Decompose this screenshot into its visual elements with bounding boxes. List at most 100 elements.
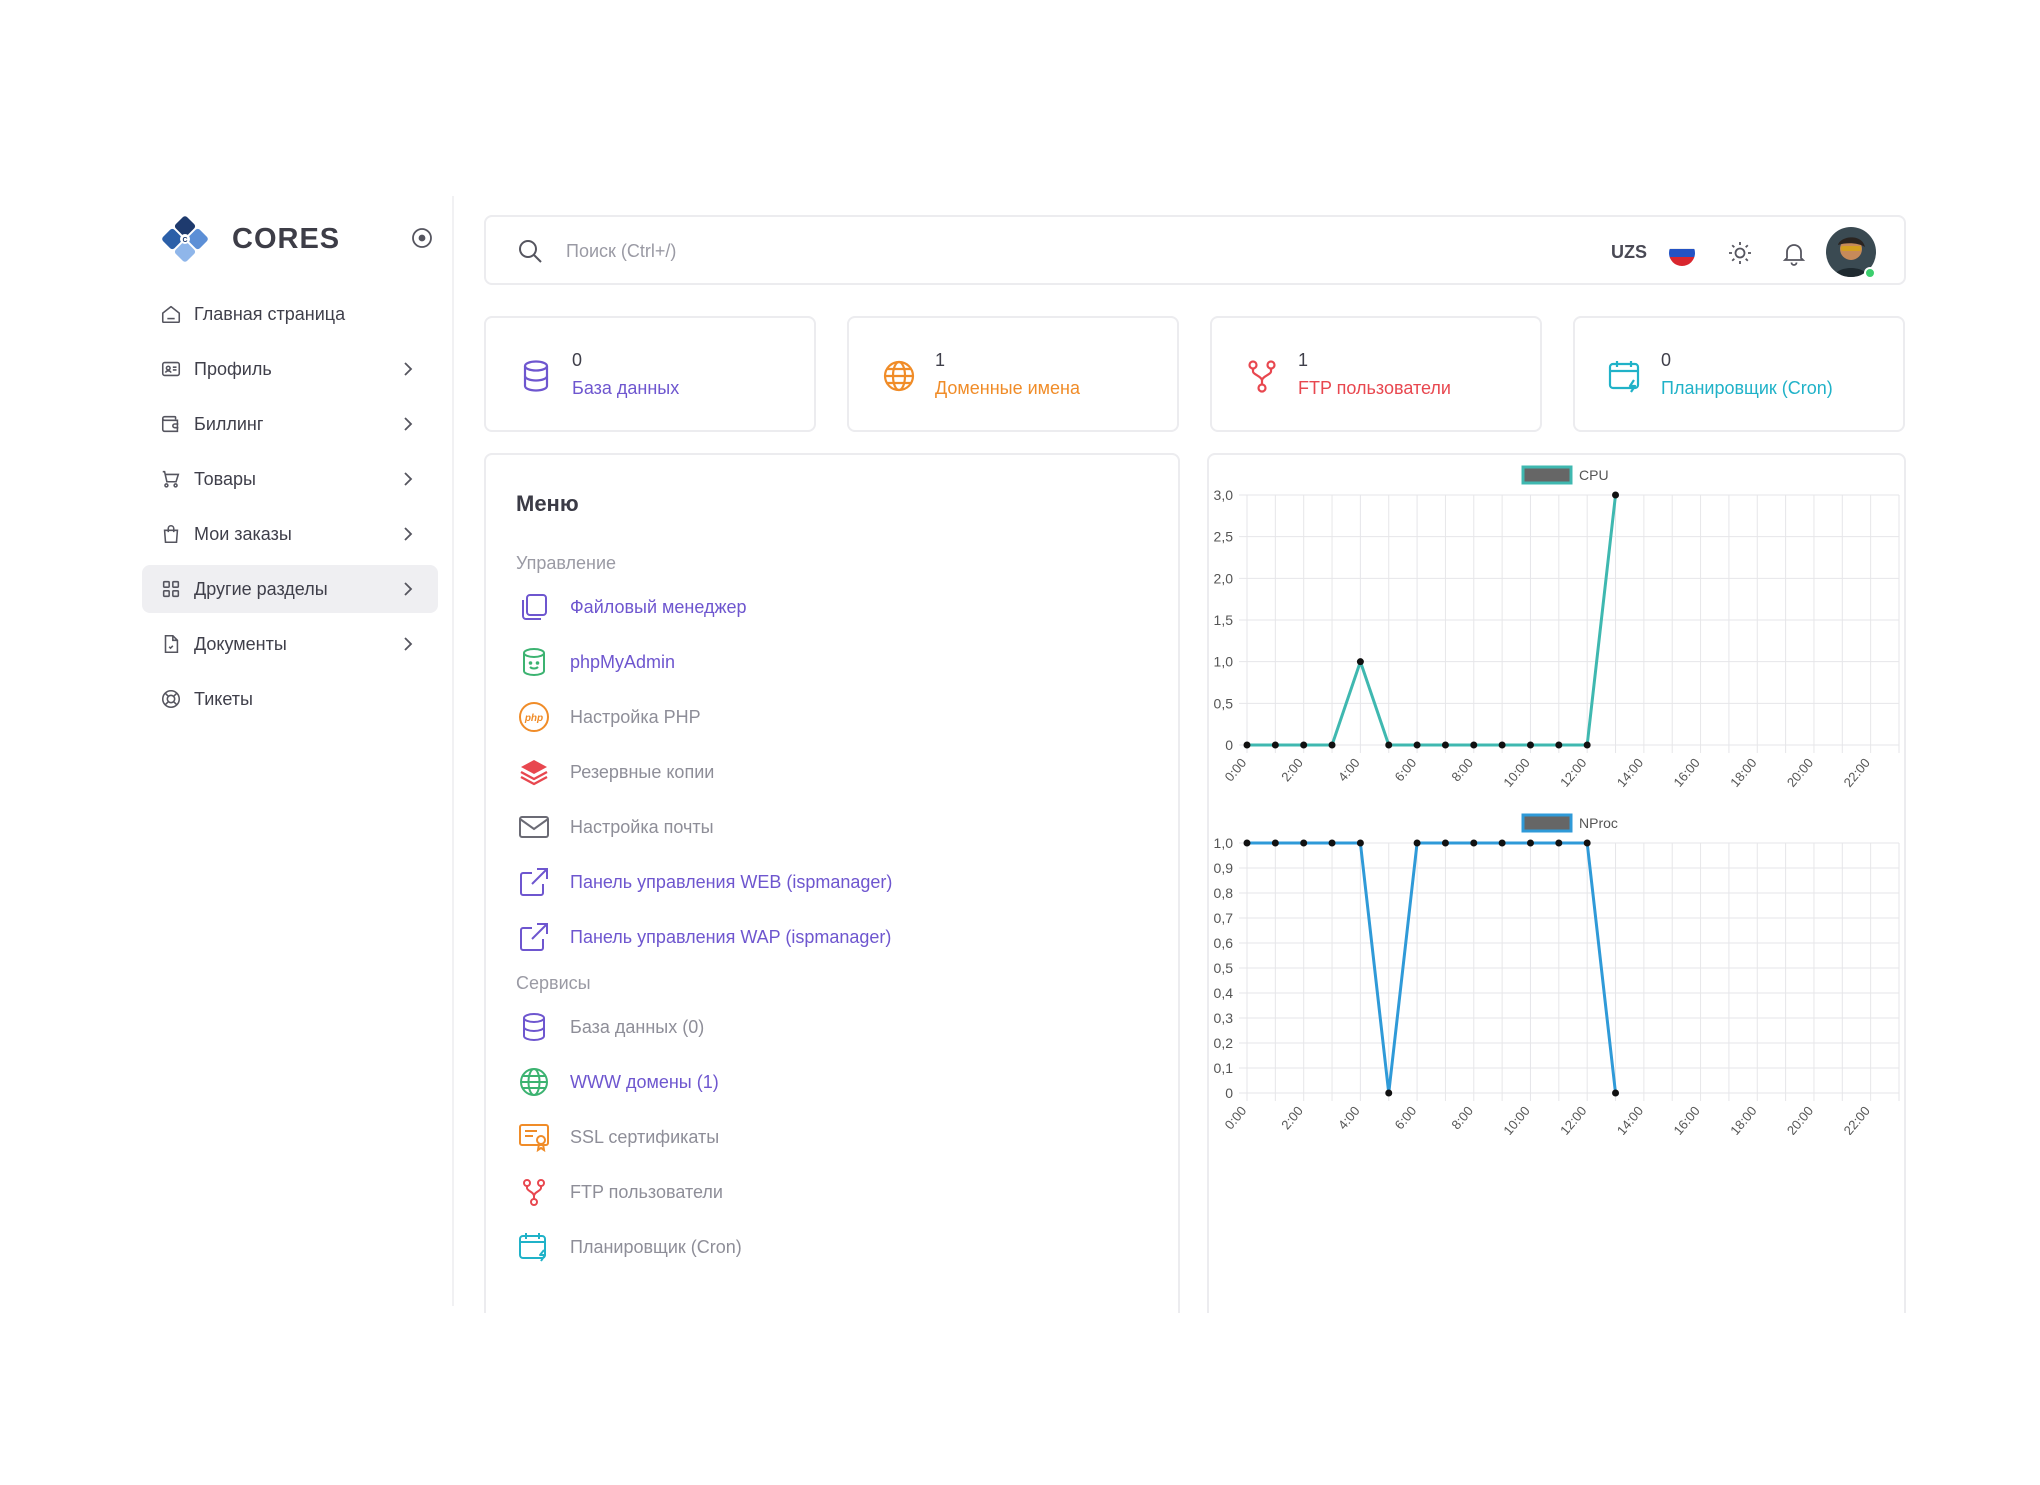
external-link-icon bbox=[516, 864, 552, 900]
data-point bbox=[1300, 839, 1308, 847]
stat-label: Доменные имена bbox=[935, 378, 1081, 398]
ru-flag-icon[interactable] bbox=[1669, 240, 1695, 266]
brand-name: CORES bbox=[232, 222, 341, 255]
x-tick-label: 22:00 bbox=[1841, 1103, 1873, 1135]
data-point bbox=[1612, 491, 1620, 499]
legend-swatch bbox=[1521, 465, 1573, 485]
menu-link-ftp-users[interactable]: FTP пользователи bbox=[516, 1172, 723, 1212]
menu-link-mail-settings[interactable]: Настройка почты bbox=[516, 807, 714, 847]
online-status-dot bbox=[1864, 267, 1876, 279]
menu-link-label: Панель управления WAP (ispmanager) bbox=[570, 926, 892, 947]
sidebar-item-profile[interactable]: Профиль bbox=[142, 345, 438, 393]
data-point bbox=[1413, 741, 1421, 749]
y-tick-label: 1,0 bbox=[1214, 835, 1234, 851]
sidebar-item-label: Биллинг bbox=[194, 413, 264, 434]
stat-card-domains[interactable]: 1 Доменные имена bbox=[847, 316, 1179, 432]
menu-link-label: Настройка PHP bbox=[570, 706, 701, 727]
sidebar-item-orders[interactable]: Мои заказы bbox=[142, 510, 438, 558]
database-icon bbox=[516, 1009, 552, 1045]
y-tick-label: 1,0 bbox=[1214, 654, 1234, 670]
sidebar-item-documents[interactable]: Документы bbox=[142, 620, 438, 668]
charts-card: 0 0,5 1,0 1,5 2,0 2,5 3,0 0:00 2:00 4:00 6:00 8:00 1… bbox=[1207, 453, 1906, 1313]
brand-logo[interactable]: C CORES bbox=[152, 204, 340, 274]
x-tick-label: 10:00 bbox=[1500, 1103, 1532, 1135]
x-tick-label: 16:00 bbox=[1670, 755, 1702, 790]
sidebar-item-label: Профиль bbox=[194, 358, 272, 379]
data-point bbox=[1470, 839, 1478, 847]
data-point bbox=[1498, 839, 1506, 847]
x-tick-label: 16:00 bbox=[1670, 1103, 1702, 1135]
data-point bbox=[1526, 839, 1534, 847]
menu-section-services: Сервисы bbox=[516, 973, 591, 993]
sidebar-item-other-sections[interactable]: Другие разделы bbox=[142, 565, 438, 613]
data-point bbox=[1441, 839, 1449, 847]
collapse-sidebar-icon[interactable] bbox=[410, 226, 434, 250]
x-tick-label: 18:00 bbox=[1727, 755, 1759, 790]
data-point bbox=[1300, 741, 1308, 749]
x-tick-label: 20:00 bbox=[1784, 755, 1816, 790]
menu-link-wap-panel[interactable]: Панель управления WAP (ispmanager) bbox=[516, 917, 891, 957]
certificate-icon bbox=[516, 1119, 552, 1155]
data-point bbox=[1271, 741, 1279, 749]
data-point bbox=[1243, 741, 1251, 749]
cores-logo-icon: C bbox=[162, 216, 208, 262]
menu-link-label: WWW домены (1) bbox=[570, 1071, 719, 1092]
stat-card-databases[interactable]: 0 База данных bbox=[484, 316, 816, 432]
x-tick-label: 8:00 bbox=[1448, 755, 1476, 784]
sidebar-item-tickets[interactable]: Тикеты bbox=[142, 675, 438, 723]
y-tick-label: 0 bbox=[1225, 737, 1233, 753]
menu-link-phpmyadmin[interactable]: phpMyAdmin bbox=[516, 642, 675, 682]
menu-link-databases[interactable]: База данных (0) bbox=[516, 1007, 704, 1047]
calendar-bolt-icon bbox=[1608, 361, 1640, 393]
menu-title: Меню bbox=[516, 491, 579, 516]
sidebar-item-products[interactable]: Товары bbox=[142, 455, 438, 503]
id-card-icon bbox=[158, 356, 184, 382]
data-point bbox=[1385, 1089, 1393, 1097]
currency-selector[interactable]: UZS bbox=[1611, 242, 1647, 263]
y-tick-label: 0,4 bbox=[1214, 985, 1234, 1001]
theme-toggle-icon[interactable] bbox=[1726, 239, 1754, 267]
stat-card-ftp-users[interactable]: 1 FTP пользователи bbox=[1210, 316, 1542, 432]
bell-icon[interactable] bbox=[1780, 239, 1808, 267]
files-icon bbox=[516, 589, 552, 625]
sidebar-item-billing[interactable]: Биллинг bbox=[142, 400, 438, 448]
menu-link-web-panel[interactable]: Панель управления WEB (ispmanager) bbox=[516, 862, 892, 902]
x-tick-label: 6:00 bbox=[1392, 755, 1420, 784]
sidebar-item-home[interactable]: Главная страница bbox=[142, 290, 438, 338]
stat-count: 1 bbox=[935, 350, 946, 370]
menu-link-php-settings[interactable]: php Настройка PHP bbox=[516, 697, 701, 737]
x-tick-label: 4:00 bbox=[1335, 755, 1363, 784]
legend-label: CPU bbox=[1579, 467, 1609, 483]
shopping-bag-icon bbox=[158, 521, 184, 547]
stat-label: Планировщик (Cron) bbox=[1661, 378, 1833, 398]
menu-link-backups[interactable]: Резервные копии bbox=[516, 752, 714, 792]
menu-link-ssl[interactable]: SSL сертификаты bbox=[516, 1117, 719, 1157]
stat-card-cron[interactable]: 0 Планировщик (Cron) bbox=[1573, 316, 1905, 432]
sidebar-item-label: Тикеты bbox=[194, 688, 253, 709]
data-point bbox=[1385, 741, 1393, 749]
x-tick-label: 10:00 bbox=[1500, 755, 1532, 790]
mail-icon bbox=[516, 809, 552, 845]
menu-link-www-domains[interactable]: WWW домены (1) bbox=[516, 1062, 719, 1102]
y-tick-label: 0,2 bbox=[1214, 1035, 1234, 1051]
chevron-right-icon bbox=[404, 472, 413, 486]
data-point bbox=[1356, 839, 1364, 847]
menu-link-cron[interactable]: Планировщик (Cron) bbox=[516, 1227, 742, 1267]
x-tick-label: 22:00 bbox=[1841, 755, 1873, 790]
data-point bbox=[1356, 658, 1364, 666]
y-tick-label: 0,8 bbox=[1214, 885, 1234, 901]
calendar-bolt-icon bbox=[516, 1229, 552, 1265]
x-tick-label: 2:00 bbox=[1278, 755, 1306, 784]
wallet-icon bbox=[158, 411, 184, 437]
search-icon[interactable] bbox=[516, 237, 546, 267]
stat-label: База данных bbox=[572, 378, 680, 398]
x-tick-label: 18:00 bbox=[1727, 1103, 1759, 1135]
sidebar-item-label: Мои заказы bbox=[194, 523, 292, 544]
search-input[interactable] bbox=[566, 233, 1266, 269]
data-point bbox=[1413, 839, 1421, 847]
data-point bbox=[1441, 741, 1449, 749]
home-icon bbox=[158, 301, 184, 327]
y-tick-label: 0,9 bbox=[1214, 860, 1234, 876]
menu-link-label: Настройка почты bbox=[570, 816, 714, 837]
menu-link-file-manager[interactable]: Файловый менеджер bbox=[516, 587, 747, 627]
